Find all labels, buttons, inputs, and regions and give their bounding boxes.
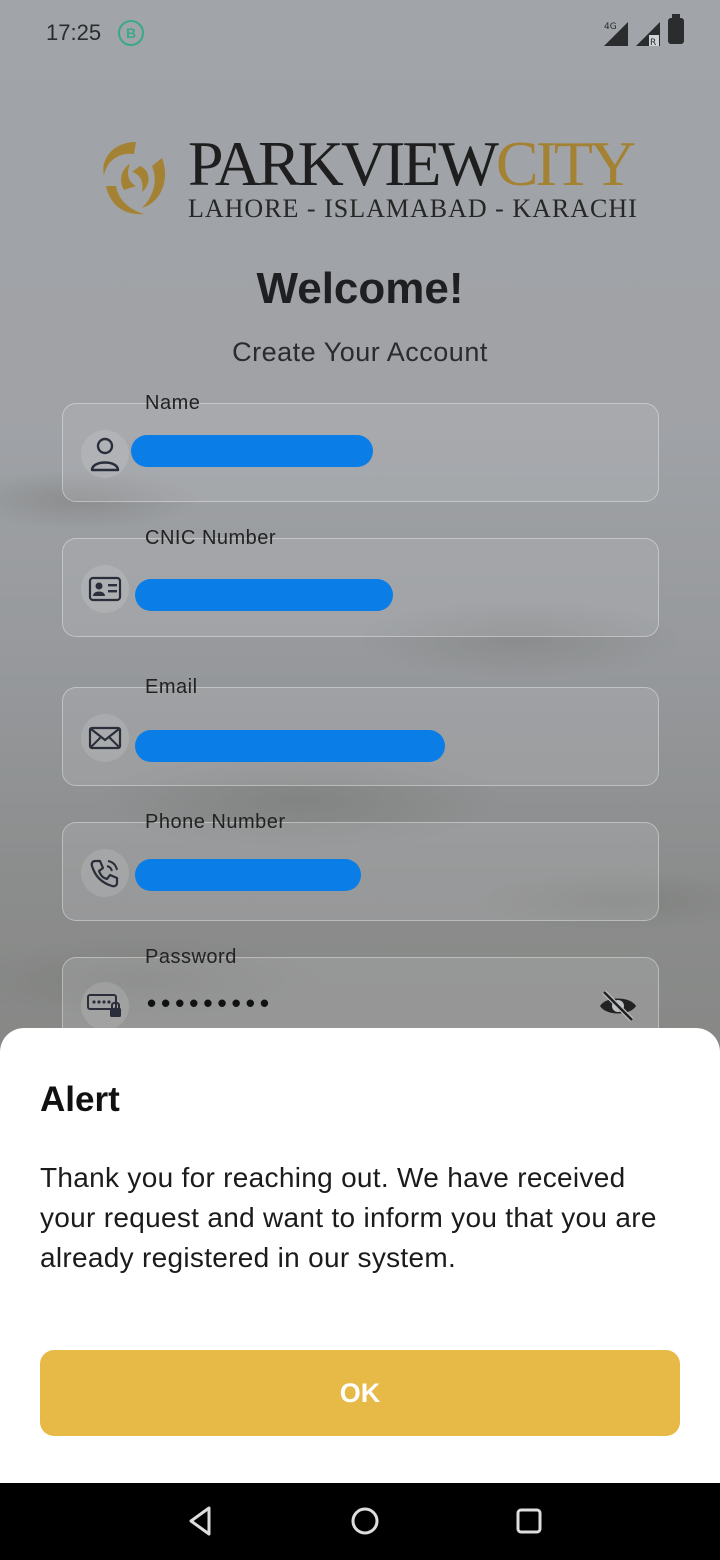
signal-4g-icon: 4G: [604, 22, 628, 46]
id-card-icon: [81, 565, 129, 613]
password-label: Password: [145, 946, 237, 968]
system-nav-bar: [0, 1483, 720, 1560]
email-field[interactable]: Email: [62, 676, 659, 786]
home-icon[interactable]: [345, 1501, 385, 1541]
alert-message: Thank you for reaching out. We have rece…: [40, 1162, 657, 1273]
brand-tagline: LAHORE - ISLAMABAD - KARACHI: [188, 194, 638, 223]
email-value-redacted: [135, 730, 445, 762]
mail-icon: [81, 714, 129, 762]
alert-title: Alert: [40, 1080, 120, 1119]
notification-b-icon: B: [118, 20, 144, 46]
name-label: Name: [145, 392, 201, 414]
recents-icon[interactable]: [509, 1501, 549, 1541]
phone-icon: [81, 849, 129, 897]
brand-name: PARKVIEWCITY: [188, 132, 636, 196]
cnic-field[interactable]: CNIC Number: [62, 527, 659, 637]
email-label: Email: [145, 676, 198, 698]
name-field[interactable]: Name: [62, 392, 659, 502]
page-subtitle: Create Your Account: [232, 337, 488, 367]
eye-off-icon[interactable]: [598, 988, 638, 1024]
signal-roaming-icon: R: [636, 22, 660, 46]
phone-field[interactable]: Phone Number: [62, 811, 659, 921]
battery-icon: [668, 14, 684, 44]
parkview-logo: PARKVIEWCITY LAHORE - ISLAMABAD - KARACH…: [96, 132, 638, 228]
svg-text:4G: 4G: [604, 22, 617, 32]
user-icon: [81, 430, 129, 478]
brand-name-accent: CITY: [495, 128, 636, 199]
logo-swirl-icon: [103, 142, 166, 215]
page-title: Welcome!: [256, 264, 464, 313]
alert-dialog: Alert Thank you for reaching out. We hav…: [0, 1028, 720, 1483]
ok-button[interactable]: OK: [40, 1350, 680, 1436]
password-icon: [81, 982, 129, 1030]
brand-name-main: PARKVIEW: [188, 128, 499, 199]
status-bar: 17:25 B 4G R: [0, 0, 720, 66]
back-icon[interactable]: [180, 1501, 220, 1541]
cnic-label: CNIC Number: [145, 527, 277, 549]
name-value-redacted: [131, 435, 373, 467]
cnic-value-redacted: [135, 579, 393, 611]
status-time: 17:25: [46, 20, 102, 45]
password-value: •••••••••: [147, 988, 274, 1018]
phone-label: Phone Number: [145, 811, 286, 833]
svg-text:R: R: [650, 38, 656, 46]
phone-value-redacted: [135, 859, 361, 891]
